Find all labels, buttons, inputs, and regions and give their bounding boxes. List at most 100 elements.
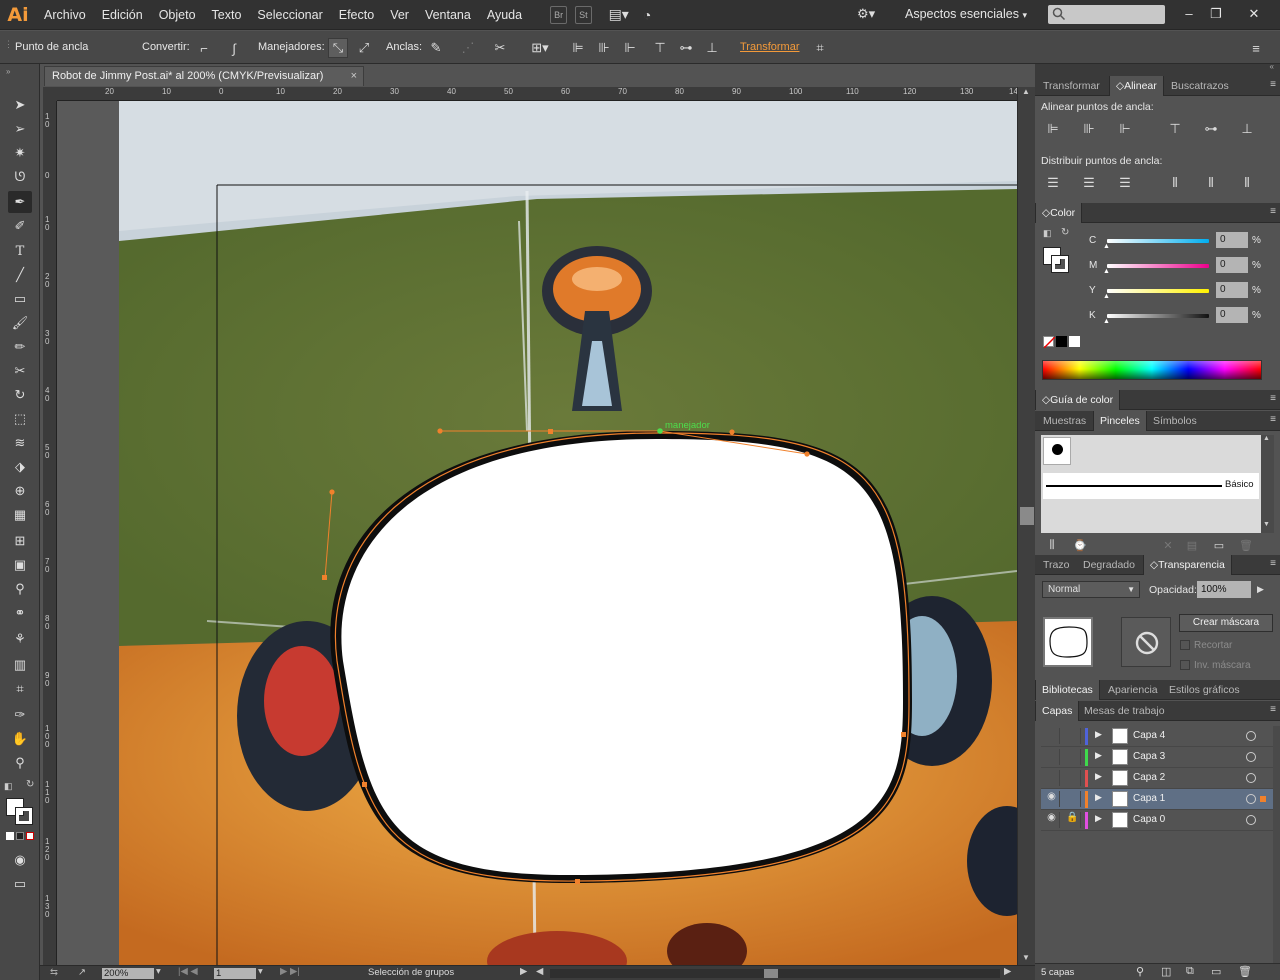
target-icon[interactable] (1246, 731, 1256, 741)
horizontal-ruler[interactable]: 20 10 0 10 20 30 40 50 60 70 80 90 100 1… (57, 87, 1022, 101)
tab-pinceles[interactable]: Pinceles (1093, 411, 1147, 431)
magenta-input[interactable]: 0 (1216, 257, 1248, 273)
color-stroke-swatch[interactable] (1051, 255, 1069, 273)
align-panel-menu-icon[interactable]: ≡ (1270, 79, 1276, 90)
menu-edicion[interactable]: Edición (94, 0, 151, 30)
eye-icon[interactable]: ◉ (1044, 791, 1060, 807)
select-similar-icon[interactable]: ⊞▾ (530, 38, 550, 58)
zoom-field[interactable]: 200% (102, 968, 154, 979)
none-mode-icon[interactable] (26, 832, 34, 840)
black-slider[interactable] (1107, 314, 1209, 318)
tab-color[interactable]: ◇Color (1035, 203, 1083, 223)
layer-name[interactable]: Capa 0 (1133, 814, 1165, 825)
menu-seleccionar[interactable]: Seleccionar (249, 0, 330, 30)
close-document-icon[interactable]: × (351, 67, 357, 86)
opacity-slider-arrow-icon[interactable]: ▶ (1257, 584, 1264, 595)
curvature-tool-icon[interactable]: ✐ (8, 215, 32, 237)
gradient-mode-icon[interactable] (16, 832, 24, 840)
stock-button[interactable]: St (575, 5, 592, 24)
yellow-slider[interactable] (1107, 289, 1209, 293)
hand-tool-icon[interactable]: ✋ (8, 728, 32, 750)
align-vcenter-icon[interactable]: ⊶ (1202, 120, 1220, 138)
cyan-slider-thumb[interactable]: ▲ (1103, 243, 1110, 250)
make-mask-button[interactable]: Crear máscara (1179, 614, 1273, 632)
brush-basic-item[interactable]: Básico (1043, 473, 1259, 499)
gradient-tool-icon[interactable]: ▣ (8, 554, 32, 576)
magic-wand-tool-icon[interactable]: ✷ (8, 142, 32, 164)
document-tab[interactable]: Robot de Jimmy Post.ai* al 200% (CMYK/Pr… (44, 66, 364, 86)
layer-row[interactable]: ▶ Capa 4 (1041, 726, 1273, 747)
connect-anchors-icon[interactable]: ⋰ (458, 38, 478, 58)
distribute-hcenter-icon[interactable]: ⫴ (1202, 174, 1220, 192)
distribute-top-icon[interactable]: ☰ (1044, 174, 1062, 192)
gpu-performance-icon[interactable]: ◔ (640, 6, 654, 24)
black-swatch[interactable] (1056, 336, 1067, 347)
clipping-mask-icon[interactable]: ◫ (1161, 965, 1171, 978)
align-left-icon[interactable]: ⊫ (568, 38, 588, 58)
target-icon[interactable] (1246, 752, 1256, 762)
default-colors-icon[interactable]: ◧ (4, 781, 13, 792)
transform-link[interactable]: Transformar (740, 41, 800, 53)
direct-selection-tool-icon[interactable]: ➢ (8, 118, 32, 140)
perspective-grid-tool-icon[interactable]: ▦ (8, 504, 32, 526)
clip-checkbox[interactable] (1180, 640, 1190, 650)
target-icon[interactable] (1246, 794, 1256, 804)
target-icon[interactable] (1246, 815, 1256, 825)
lasso-tool-icon[interactable]: ᘎ (8, 166, 32, 188)
align-hcenter-icon[interactable]: ⊪ (594, 38, 614, 58)
brush-dot-item[interactable] (1043, 437, 1071, 465)
expand-layer-icon[interactable]: ▶ (1095, 750, 1102, 761)
layers-panel-menu-icon[interactable]: ≡ (1270, 704, 1276, 715)
color-guide-menu-icon[interactable]: ≡ (1270, 393, 1276, 404)
menu-ayuda[interactable]: Ayuda (479, 0, 530, 30)
lock-icon[interactable] (1065, 728, 1081, 744)
menu-objeto[interactable]: Objeto (151, 0, 204, 30)
dock-header[interactable]: « (1035, 62, 1280, 76)
align-vcenter-icon[interactable]: ⊶ (676, 38, 696, 58)
delete-brush-icon[interactable]: 🗑 (1237, 536, 1255, 554)
stroke-swatch[interactable] (15, 807, 33, 825)
layer-name[interactable]: Capa 1 (1133, 793, 1165, 804)
minimize-icon[interactable]: – (1177, 4, 1201, 24)
scissors-tool-icon[interactable]: ✂ (8, 360, 32, 382)
expand-layer-icon[interactable]: ▶ (1095, 813, 1102, 824)
menu-texto[interactable]: Texto (204, 0, 250, 30)
none-swatch[interactable] (1043, 336, 1056, 349)
hide-handles-icon[interactable]: ⤢ (354, 38, 374, 58)
layer-row[interactable]: ▶ Capa 2 (1041, 768, 1273, 789)
align-bottom-icon[interactable]: ⊥ (702, 38, 722, 58)
pen-tool-icon[interactable]: ✒ (8, 191, 32, 213)
distribute-bottom-icon[interactable]: ☰ (1116, 174, 1134, 192)
tab-estilos-graficos[interactable]: Estilos gráficos (1163, 680, 1246, 700)
zoom-tool-icon[interactable]: ⚲ (8, 752, 32, 774)
white-swatch[interactable] (1069, 336, 1080, 347)
pencil-tool-icon[interactable]: ✏ (8, 336, 32, 358)
scroll-up-icon[interactable]: ▲ (1022, 87, 1030, 96)
symbol-sprayer-tool-icon[interactable]: ⚘ (8, 628, 32, 650)
free-transform-tool-icon[interactable]: ⬗ (8, 456, 32, 478)
tool-status[interactable]: Selección de grupos (368, 967, 454, 978)
warp-tool-icon[interactable]: ≋ (8, 432, 32, 454)
shape-builder-tool-icon[interactable]: ⊕ (8, 480, 32, 502)
tab-bibliotecas[interactable]: Bibliotecas (1035, 680, 1100, 700)
first-artboard-icon[interactable]: |◀ ◀ (178, 966, 198, 977)
remove-anchor-icon[interactable]: ✎ (426, 38, 446, 58)
blend-tool-icon[interactable]: ⚭ (8, 602, 32, 624)
scroll-thumb[interactable] (1020, 507, 1034, 525)
close-icon[interactable]: ✕ (1242, 4, 1266, 24)
tab-transparencia[interactable]: ◇Transparencia (1143, 555, 1232, 575)
eye-icon[interactable] (1044, 728, 1060, 744)
layer-row[interactable]: ◉ 🔒 ▶ Capa 0 (1041, 810, 1273, 831)
tab-mesas-de-trabajo[interactable]: Mesas de trabajo (1078, 701, 1171, 721)
cyan-slider[interactable] (1107, 239, 1209, 243)
align-bottom-icon[interactable]: ⊥ (1238, 120, 1256, 138)
expand-layer-icon[interactable]: ▶ (1095, 771, 1102, 782)
vertical-ruler[interactable]: 1 0 0 1 0 2 0 3 0 4 0 5 0 6 0 7 0 8 0 9 … (43, 101, 57, 965)
type-tool-icon[interactable]: T (8, 240, 32, 262)
eye-icon[interactable] (1044, 749, 1060, 765)
distribute-left-icon[interactable]: ⫴ (1166, 174, 1184, 192)
scale-tool-icon[interactable]: ⬚ (8, 408, 32, 430)
distribute-right-icon[interactable]: ⫴ (1238, 174, 1256, 192)
tab-muestras[interactable]: Muestras (1037, 411, 1092, 431)
target-icon[interactable] (1246, 773, 1256, 783)
